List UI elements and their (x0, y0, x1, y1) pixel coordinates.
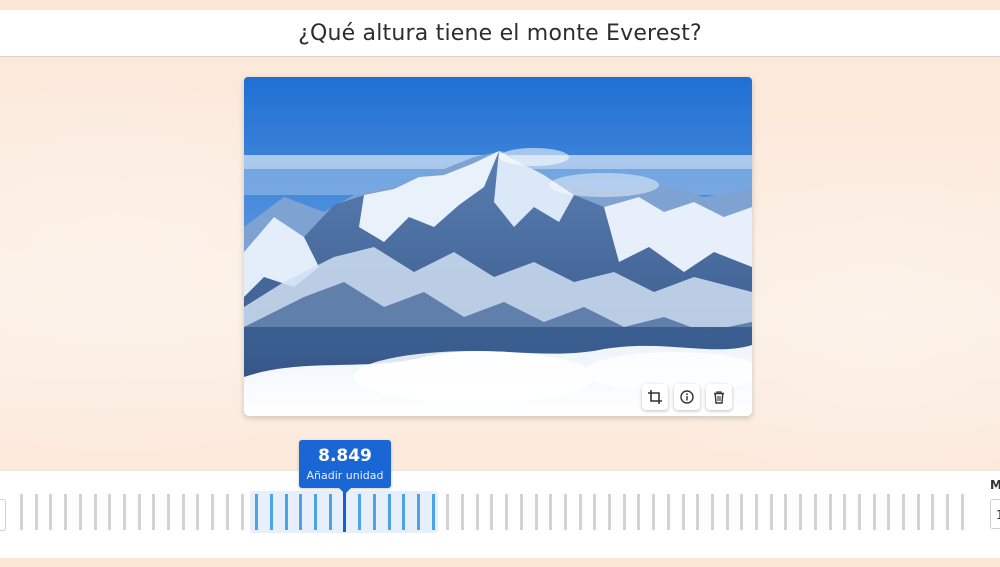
slider-tick (887, 494, 890, 530)
slider-tick (696, 494, 699, 530)
slider-tick (285, 494, 288, 530)
question-title[interactable]: ¿Qué altura tiene el monte Everest? (298, 21, 702, 46)
slider-tick (667, 494, 670, 530)
slider-tick (799, 494, 802, 530)
top-strip (0, 0, 1000, 10)
crop-icon (648, 390, 662, 404)
slider-value-tooltip[interactable]: 8.849 Añadir unidad (299, 440, 391, 494)
slider-tick (461, 494, 464, 530)
delete-button[interactable] (706, 384, 732, 410)
slider-tick (740, 494, 743, 530)
slider-tick (138, 494, 141, 530)
slider-tick (784, 494, 787, 530)
slider-tick (593, 494, 596, 530)
slider-tick (564, 494, 567, 530)
slider-tick (579, 494, 582, 530)
slider-tick (94, 494, 97, 530)
slider-tick (226, 494, 229, 530)
info-button[interactable] (674, 384, 700, 410)
slider-tick (770, 494, 773, 530)
slider-tick (123, 494, 126, 530)
slider-tick (211, 494, 214, 530)
slider-tick (682, 494, 685, 530)
slider-tick (637, 494, 640, 530)
slider-tick (373, 494, 376, 530)
slider-tick (858, 494, 861, 530)
slider-tick (329, 494, 332, 530)
slider-tick (241, 494, 244, 530)
slider-tick (108, 494, 111, 530)
slider-tick (476, 494, 479, 530)
slider-tick (417, 494, 420, 530)
slider-tick (490, 494, 493, 530)
slider-tick (608, 494, 611, 530)
slider-tick (299, 494, 302, 530)
slider-ticks[interactable] (0, 492, 1000, 532)
slider-tick (35, 494, 38, 530)
slider-tick (902, 494, 905, 530)
slider-tick (152, 494, 155, 530)
slider-tick (726, 494, 729, 530)
slider-tick (182, 494, 185, 530)
slider-tick (755, 494, 758, 530)
slider-tick (873, 494, 876, 530)
question-image[interactable] (244, 77, 752, 416)
slider-tick (535, 494, 538, 530)
slider-right-label: M (990, 478, 1000, 492)
slider-tick (829, 494, 832, 530)
slider-tick (196, 494, 199, 530)
info-icon (680, 390, 694, 404)
slider-tick (432, 494, 435, 530)
everest-photo (244, 77, 752, 416)
slider-tick (505, 494, 508, 530)
slider-tick (79, 494, 82, 530)
trash-icon (714, 391, 724, 404)
slider-tick (814, 494, 817, 530)
slider-tick (167, 494, 170, 530)
slider-right-input[interactable]: 1 (990, 499, 1000, 529)
add-unit-button[interactable]: Añadir unidad (299, 469, 391, 482)
slider-tick (49, 494, 52, 530)
slider-tick (402, 494, 405, 530)
slider-tick (931, 494, 934, 530)
slider-tick (917, 494, 920, 530)
slider-tick (270, 494, 273, 530)
slider-tick (343, 492, 346, 532)
slider-tick (711, 494, 714, 530)
slider-tick (255, 494, 258, 530)
crop-button[interactable] (642, 384, 668, 410)
tooltip-arrow (339, 488, 351, 494)
slider-left-input[interactable] (0, 499, 6, 531)
slider-value: 8.849 (318, 446, 372, 466)
slider-tick (20, 494, 23, 530)
slider-tick (946, 494, 949, 530)
slider-tick (623, 494, 626, 530)
slider-tick (446, 494, 449, 530)
slider-tick (961, 494, 964, 530)
slider-tick (358, 494, 361, 530)
slider-tick (652, 494, 655, 530)
slider-tick (314, 494, 317, 530)
slider-tick (843, 494, 846, 530)
bottom-strip (0, 558, 1000, 567)
slider-tick (388, 494, 391, 530)
slider-tick (64, 494, 67, 530)
slider-tick (520, 494, 523, 530)
slider-tick (549, 494, 552, 530)
question-title-bar: ¿Qué altura tiene el monte Everest? (0, 10, 1000, 57)
